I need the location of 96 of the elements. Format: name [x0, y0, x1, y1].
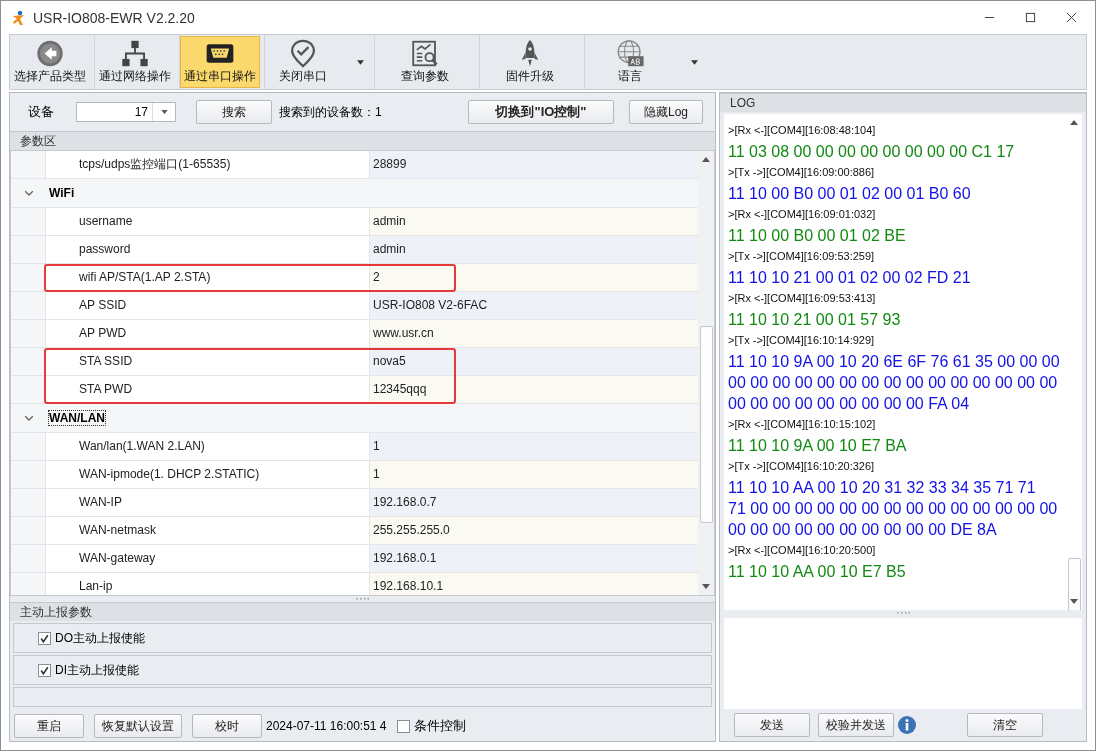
log-header: >[Tx ->][COM4][16:09:53:259]	[728, 249, 876, 264]
log-data: 11 03 08 00 00 00 00 00 00 00 00 C1 17	[728, 142, 1016, 162]
checkbox-label: DI主动上报使能	[55, 661, 139, 679]
device-combo-box[interactable]: 17	[76, 102, 176, 122]
checkbox[interactable]	[396, 719, 410, 733]
toolbar-button[interactable]: 固件升级	[480, 36, 580, 88]
panel-header: LOG	[720, 93, 1086, 112]
property-value[interactable]: 255.255.255.0	[370, 517, 698, 544]
property-value[interactable]: 192.168.0.1	[370, 545, 698, 572]
found-count: 1	[375, 105, 382, 119]
network-icon	[120, 39, 150, 68]
search-button[interactable]: 搜索	[196, 100, 272, 124]
property-value[interactable]: 28899	[370, 151, 698, 178]
checkbox-label: 条件控制	[413, 717, 466, 735]
collapse-chevron-icon[interactable]	[25, 415, 33, 421]
scrollbar[interactable]	[698, 151, 714, 595]
dropdown-caret-icon[interactable]	[691, 59, 698, 65]
property-name: AP PWD	[45, 320, 370, 347]
checkbox[interactable]	[38, 663, 51, 677]
log-header: >[Rx <-][COM4][16:08:48:104]	[728, 123, 877, 138]
toolbar-button[interactable]: 通过串口操作	[180, 36, 260, 88]
property-name: WAN-gateway	[45, 545, 370, 572]
panel-header: 主动上报参数	[10, 602, 715, 621]
found-count-label: 搜索到的设备数：	[279, 103, 375, 121]
device-label: 设备	[28, 103, 55, 121]
panel-header: 参数区	[10, 131, 715, 150]
property-name: WAN-IP	[45, 489, 370, 516]
property-value[interactable]: nova5	[370, 348, 698, 375]
send-button[interactable]: 发送	[734, 713, 810, 738]
log-header: >[Rx <-][COM4][16:10:20:500]	[728, 543, 877, 558]
toolbar-button[interactable]: 选择产品类型	[10, 36, 90, 88]
globe-abc-icon	[615, 39, 645, 68]
property-value[interactable]: USR-IO808 V2-6FAC	[370, 292, 698, 319]
property-value[interactable]: 1	[370, 461, 698, 488]
property-name: AP SSID	[45, 292, 370, 319]
location-check-icon	[288, 39, 318, 68]
property-name: STA SSID	[45, 348, 370, 375]
log-header: >[Tx ->][COM4][16:10:20:326]	[728, 459, 876, 474]
toolbar-button[interactable]: 通过网络操作	[95, 36, 175, 88]
property-name: username	[45, 208, 370, 235]
property-value[interactable]: 1	[370, 433, 698, 460]
log-data: 00 00 00 00 00 00 00 00 00 00 DE 8A	[728, 520, 998, 540]
action-button[interactable]: 校时	[192, 714, 262, 738]
action-button[interactable]: 重启	[14, 714, 84, 738]
log-header: >[Rx <-][COM4][16:09:53:413]	[728, 291, 877, 306]
info-icon[interactable]	[897, 715, 917, 736]
checkbox-label: DO主动上报使能	[55, 629, 145, 647]
property-value[interactable]: 192.168.10.1	[370, 573, 698, 595]
action-button[interactable]: 恢复默认设置	[94, 714, 182, 738]
toolbar-button[interactable]: 关闭串口	[265, 36, 341, 88]
log-data: 11 10 10 21 00 01 57 93	[728, 310, 902, 330]
log-data: 11 10 00 B0 00 01 02 BE	[728, 226, 907, 246]
log-data: 11 10 10 AA 00 10 20 31 32 33 34 35 71 71	[728, 478, 1037, 498]
property-value[interactable]: admin	[370, 236, 698, 263]
log-header: >[Rx <-][COM4][16:09:01:032]	[728, 207, 877, 222]
log-header: >[Rx <-][COM4][16:10:15:102]	[728, 417, 877, 432]
maximize-icon[interactable]	[1025, 12, 1036, 23]
property-name: password	[45, 236, 370, 263]
toolbar-button[interactable]: 语言	[585, 36, 675, 88]
section-title: WAN/LAN	[49, 411, 105, 425]
property-value[interactable]: www.usr.cn	[370, 320, 698, 347]
window-title: USR-IO808-EWR V2.2.20	[33, 9, 195, 26]
property-value[interactable]: 12345qqq	[370, 376, 698, 403]
log-data: 11 10 10 21 00 01 02 00 02 FD 21	[728, 268, 972, 288]
collapse-chevron-icon[interactable]	[25, 190, 33, 196]
app-logo-icon	[11, 9, 27, 26]
log-data: 00 00 00 00 00 00 00 00 00 FA 04	[728, 394, 971, 414]
log-data: 71 00 00 00 00 00 00 00 00 00 00 00 00 00 00	[728, 499, 1059, 519]
log-data: 11 10 10 AA 00 10 E7 B5	[728, 562, 907, 582]
property-name: Lan-ip	[45, 573, 370, 595]
property-name: WAN-ipmode(1. DHCP 2.STATIC)	[45, 461, 370, 488]
log-data: 00 00 00 00 00 00 00 00 00 00 00 00 00 00 00	[728, 373, 1059, 393]
property-value[interactable]: 192.168.0.7	[370, 489, 698, 516]
log-data: 11 10 00 B0 00 01 02 00 01 B0 60	[728, 184, 972, 204]
property-name: tcps/udps监控端口(1-65535)	[45, 151, 370, 178]
log-header: >[Tx ->][COM4][16:10:14:929]	[728, 333, 876, 348]
switch-io-control-button[interactable]: 切换到"IO控制"	[468, 100, 614, 124]
dropdown-caret-icon	[160, 110, 168, 114]
dropdown-caret-icon[interactable]	[357, 59, 364, 65]
log-data: 11 10 10 9A 00 10 E7 BA	[728, 436, 908, 456]
checkbox[interactable]	[38, 631, 51, 645]
property-value[interactable]: admin	[370, 208, 698, 235]
section-title: WiFi	[49, 186, 75, 200]
timestamp: 2024-07-11 16:00:51 4	[266, 719, 387, 733]
property-value[interactable]: 2	[370, 264, 698, 291]
clear-button[interactable]: 清空	[967, 713, 1043, 738]
property-name: Wan/lan(1.WAN 2.LAN)	[45, 433, 370, 460]
toolbar-button[interactable]: 查询参数	[375, 36, 475, 88]
document-search-icon	[410, 39, 440, 68]
verify-send-button[interactable]: 校验并发送	[818, 713, 894, 738]
log-header: >[Tx ->][COM4][16:09:00:886]	[728, 165, 876, 180]
hide-log-button[interactable]: 隐藏Log	[629, 100, 703, 124]
log-data: 11 10 10 9A 00 10 20 6E 6F 76 61 35 00 00 00	[728, 352, 1061, 372]
property-name: STA PWD	[45, 376, 370, 403]
property-name: WAN-netmask	[45, 517, 370, 544]
close-icon[interactable]	[1066, 12, 1077, 23]
